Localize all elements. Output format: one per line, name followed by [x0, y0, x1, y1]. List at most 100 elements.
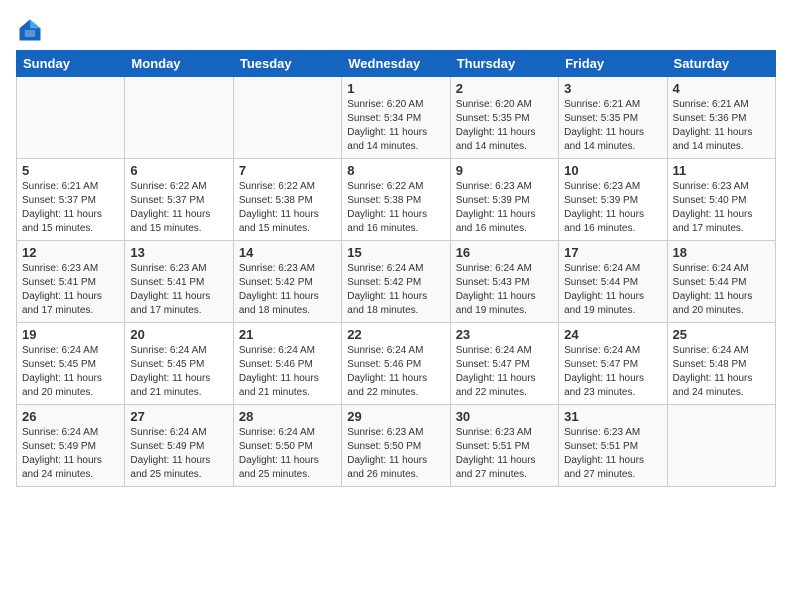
calendar-cell: 15 Sunrise: 6:24 AMSunset: 5:42 PMDayligh…	[342, 241, 450, 323]
cell-content: Sunrise: 6:24 AMSunset: 5:42 PMDaylight:…	[347, 262, 444, 318]
cell-content: Sunrise: 6:24 AMSunset: 5:47 PMDaylight:…	[564, 344, 661, 400]
calendar-week-5: 26Sunrise: 6:24 AMSunset: 5:49 PMDayligh…	[17, 405, 776, 487]
day-number: 15	[347, 245, 444, 260]
day-number: 21	[239, 327, 336, 342]
day-number: 27	[130, 409, 227, 424]
day-number: 4	[673, 81, 770, 96]
day-number: 30	[456, 409, 553, 424]
cell-content: Sunrise: 6:20 AMSunset: 5:34 PMDaylight:…	[347, 98, 444, 154]
weekday-wednesday: Wednesday	[342, 51, 450, 77]
day-number: 17	[564, 245, 661, 260]
calendar-cell: 31 Sunrise: 6:23 AMSunset: 5:51 PMDayligh…	[559, 405, 667, 487]
calendar-cell: 8 Sunrise: 6:22 AMSunset: 5:38 PMDaylight…	[342, 159, 450, 241]
day-number: 19	[22, 327, 119, 342]
cell-content: Sunrise: 6:22 AMSunset: 5:38 PMDaylight:…	[347, 180, 444, 236]
header	[16, 10, 776, 44]
weekday-friday: Friday	[559, 51, 667, 77]
calendar-cell: 14 Sunrise: 6:23 AMSunset: 5:42 PMDayligh…	[233, 241, 341, 323]
calendar-cell: 21 Sunrise: 6:24 AMSunset: 5:46 PMDayligh…	[233, 323, 341, 405]
day-number: 11	[673, 163, 770, 178]
calendar-cell: 7 Sunrise: 6:22 AMSunset: 5:38 PMDaylight…	[233, 159, 341, 241]
calendar-cell: 16 Sunrise: 6:24 AMSunset: 5:43 PMDayligh…	[450, 241, 558, 323]
day-number: 12	[22, 245, 119, 260]
calendar-cell: 12 Sunrise: 6:23 AMSunset: 5:41 PMDayligh…	[17, 241, 125, 323]
cell-content: Sunrise: 6:23 AMSunset: 5:40 PMDaylight:…	[673, 180, 770, 236]
day-number: 22	[347, 327, 444, 342]
day-number: 25	[673, 327, 770, 342]
day-number: 8	[347, 163, 444, 178]
cell-content: Sunrise: 6:23 AMSunset: 5:51 PMDaylight:…	[564, 426, 661, 482]
day-number: 13	[130, 245, 227, 260]
day-number: 28	[239, 409, 336, 424]
calendar-cell: 11 Sunrise: 6:23 AMSunset: 5:40 PMDayligh…	[667, 159, 775, 241]
cell-content: Sunrise: 6:23 AMSunset: 5:41 PMDaylight:…	[22, 262, 119, 318]
cell-content: Sunrise: 6:24 AMSunset: 5:46 PMDaylight:…	[347, 344, 444, 400]
weekday-sunday: Sunday	[17, 51, 125, 77]
cell-content: Sunrise: 6:23 AMSunset: 5:50 PMDaylight:…	[347, 426, 444, 482]
day-number: 23	[456, 327, 553, 342]
day-number: 31	[564, 409, 661, 424]
cell-content: Sunrise: 6:23 AMSunset: 5:39 PMDaylight:…	[564, 180, 661, 236]
calendar-cell: 10 Sunrise: 6:23 AMSunset: 5:39 PMDayligh…	[559, 159, 667, 241]
weekday-tuesday: Tuesday	[233, 51, 341, 77]
cell-content: Sunrise: 6:24 AMSunset: 5:45 PMDaylight:…	[22, 344, 119, 400]
calendar-cell: 29 Sunrise: 6:23 AMSunset: 5:50 PMDayligh…	[342, 405, 450, 487]
calendar-cell	[17, 77, 125, 159]
page: SundayMondayTuesdayWednesdayThursdayFrid…	[0, 0, 792, 612]
cell-content: Sunrise: 6:24 AMSunset: 5:45 PMDaylight:…	[130, 344, 227, 400]
calendar-cell: 19 Sunrise: 6:24 AMSunset: 5:45 PMDayligh…	[17, 323, 125, 405]
cell-content: Sunrise: 6:22 AMSunset: 5:38 PMDaylight:…	[239, 180, 336, 236]
calendar-cell: 27 Sunrise: 6:24 AMSunset: 5:49 PMDayligh…	[125, 405, 233, 487]
day-number: 20	[130, 327, 227, 342]
calendar-cell: 24Sunrise: 6:24 AMSunset: 5:47 PMDayligh…	[559, 323, 667, 405]
day-number: 5	[22, 163, 119, 178]
calendar-cell: 18 Sunrise: 6:24 AMSunset: 5:44 PMDayligh…	[667, 241, 775, 323]
calendar-cell: 6 Sunrise: 6:22 AMSunset: 5:37 PMDaylight…	[125, 159, 233, 241]
cell-content: Sunrise: 6:23 AMSunset: 5:41 PMDaylight:…	[130, 262, 227, 318]
day-number: 6	[130, 163, 227, 178]
calendar-cell: 22 Sunrise: 6:24 AMSunset: 5:46 PMDayligh…	[342, 323, 450, 405]
cell-content: Sunrise: 6:24 AMSunset: 5:48 PMDaylight:…	[673, 344, 770, 400]
day-number: 7	[239, 163, 336, 178]
calendar-cell: 17 Sunrise: 6:24 AMSunset: 5:44 PMDayligh…	[559, 241, 667, 323]
cell-content: Sunrise: 6:23 AMSunset: 5:42 PMDaylight:…	[239, 262, 336, 318]
cell-content: Sunrise: 6:20 AMSunset: 5:35 PMDaylight:…	[456, 98, 553, 154]
cell-content: Sunrise: 6:23 AMSunset: 5:39 PMDaylight:…	[456, 180, 553, 236]
cell-content: Sunrise: 6:23 AMSunset: 5:51 PMDaylight:…	[456, 426, 553, 482]
cell-content: Sunrise: 6:22 AMSunset: 5:37 PMDaylight:…	[130, 180, 227, 236]
calendar-cell: 2 Sunrise: 6:20 AMSunset: 5:35 PMDaylight…	[450, 77, 558, 159]
calendar-cell	[125, 77, 233, 159]
calendar-cell: 26Sunrise: 6:24 AMSunset: 5:49 PMDayligh…	[17, 405, 125, 487]
calendar-cell: 30 Sunrise: 6:23 AMSunset: 5:51 PMDayligh…	[450, 405, 558, 487]
calendar-cell: 23 Sunrise: 6:24 AMSunset: 5:47 PMDayligh…	[450, 323, 558, 405]
day-number: 10	[564, 163, 661, 178]
day-number: 1	[347, 81, 444, 96]
cell-content: Sunrise: 6:24 AMSunset: 5:47 PMDaylight:…	[456, 344, 553, 400]
day-number: 16	[456, 245, 553, 260]
cell-content: Sunrise: 6:24 AMSunset: 5:44 PMDaylight:…	[673, 262, 770, 318]
weekday-monday: Monday	[125, 51, 233, 77]
weekday-saturday: Saturday	[667, 51, 775, 77]
calendar-cell	[667, 405, 775, 487]
cell-content: Sunrise: 6:24 AMSunset: 5:44 PMDaylight:…	[564, 262, 661, 318]
cell-content: Sunrise: 6:24 AMSunset: 5:43 PMDaylight:…	[456, 262, 553, 318]
logo-icon	[16, 16, 44, 44]
day-number: 2	[456, 81, 553, 96]
cell-content: Sunrise: 6:21 AMSunset: 5:35 PMDaylight:…	[564, 98, 661, 154]
day-number: 29	[347, 409, 444, 424]
calendar-cell: 5Sunrise: 6:21 AMSunset: 5:37 PMDaylight…	[17, 159, 125, 241]
calendar-cell: 25 Sunrise: 6:24 AMSunset: 5:48 PMDayligh…	[667, 323, 775, 405]
calendar-cell: 13 Sunrise: 6:23 AMSunset: 5:41 PMDayligh…	[125, 241, 233, 323]
weekday-header-row: SundayMondayTuesdayWednesdayThursdayFrid…	[17, 51, 776, 77]
day-number: 14	[239, 245, 336, 260]
day-number: 18	[673, 245, 770, 260]
calendar-cell: 20 Sunrise: 6:24 AMSunset: 5:45 PMDayligh…	[125, 323, 233, 405]
calendar-week-3: 12 Sunrise: 6:23 AMSunset: 5:41 PMDayligh…	[17, 241, 776, 323]
cell-content: Sunrise: 6:24 AMSunset: 5:46 PMDaylight:…	[239, 344, 336, 400]
cell-content: Sunrise: 6:24 AMSunset: 5:49 PMDaylight:…	[22, 426, 119, 482]
calendar-cell: 9Sunrise: 6:23 AMSunset: 5:39 PMDaylight…	[450, 159, 558, 241]
calendar-week-1: 1 Sunrise: 6:20 AMSunset: 5:34 PMDaylight…	[17, 77, 776, 159]
calendar-table: SundayMondayTuesdayWednesdayThursdayFrid…	[16, 50, 776, 487]
cell-content: Sunrise: 6:24 AMSunset: 5:49 PMDaylight:…	[130, 426, 227, 482]
cell-content: Sunrise: 6:21 AMSunset: 5:36 PMDaylight:…	[673, 98, 770, 154]
